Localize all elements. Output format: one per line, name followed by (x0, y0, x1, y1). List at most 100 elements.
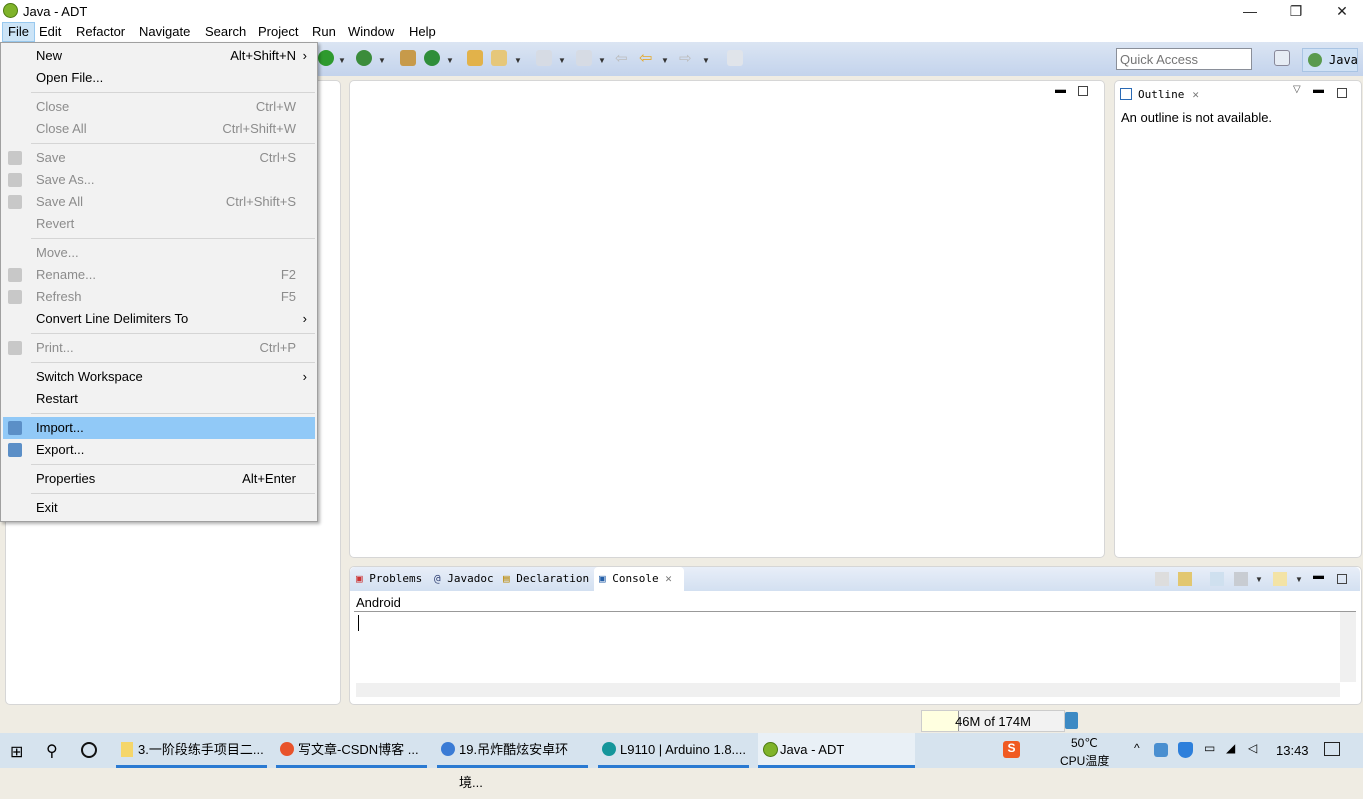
outline-minimize-icon[interactable]: ▬ (1313, 84, 1324, 96)
prev-annotation-icon[interactable] (576, 50, 592, 66)
notifications-icon[interactable] (1324, 742, 1340, 756)
quick-access-input[interactable] (1116, 48, 1252, 70)
volume-icon[interactable]: ◁ (1248, 741, 1257, 755)
restore-button[interactable]: ❐ (1273, 0, 1319, 22)
taskbar-item-firefox[interactable]: 写文章-CSDN博客 ... (276, 733, 427, 768)
java-perspective-button[interactable]: Java (1302, 48, 1358, 72)
windows-start-icon[interactable]: ⊞ (10, 742, 23, 762)
menu-item-close-all: Close All Ctrl+Shift+W (3, 118, 315, 140)
outline-maximize-icon[interactable] (1337, 88, 1347, 98)
tab-problems[interactable]: ▣ Problems (356, 572, 422, 585)
heap-status[interactable]: 46M of 174M (921, 710, 1065, 732)
wifi-icon[interactable]: ◢ (1226, 741, 1235, 755)
external-dropdown-icon[interactable]: ▼ (378, 56, 386, 65)
menu-edit[interactable]: Edit (34, 22, 66, 42)
menu-navigate[interactable]: Navigate (134, 22, 195, 42)
taskbar-item-adt[interactable]: Java - ADT (758, 733, 915, 768)
taskbar-item-explorer[interactable]: 3.一阶段练手项目二... (116, 733, 267, 768)
tab-console[interactable]: ▣ Console ✕ (599, 572, 672, 585)
search-icon[interactable]: ⚲ (46, 741, 58, 761)
new-class-dropdown-icon[interactable]: ▼ (446, 56, 454, 65)
menu-item-open-file[interactable]: Open File... (3, 67, 315, 89)
forward-icon[interactable]: ⇨ (679, 49, 692, 67)
menu-item-label: New (36, 48, 63, 63)
minimize-button[interactable]: — (1227, 0, 1273, 22)
prev-annotation-dropdown-icon[interactable]: ▼ (598, 56, 606, 65)
search-tool-icon[interactable] (491, 50, 507, 66)
run-icon[interactable] (318, 50, 334, 66)
cortana-icon[interactable] (81, 742, 97, 758)
open-type-icon[interactable] (467, 50, 483, 66)
close-button[interactable]: ✕ (1319, 0, 1363, 22)
editor-maximize-icon[interactable] (1078, 86, 1088, 96)
cpu-temp-label: CPU温度 (1060, 754, 1110, 768)
taskbar-item-browser[interactable]: 19.吊炸酷炫安卓环境... (437, 733, 588, 790)
vertical-scrollbar[interactable] (1340, 612, 1356, 682)
heap-used-bar (922, 711, 959, 731)
battery-icon[interactable]: ▭ (1204, 741, 1215, 755)
display-console-dropdown-icon[interactable]: ▼ (1255, 575, 1263, 584)
new-class-icon[interactable] (424, 50, 440, 66)
pin-console-icon[interactable] (1210, 572, 1224, 586)
close-outline-icon[interactable]: ✕ (1192, 88, 1199, 101)
next-annotation-icon[interactable] (536, 50, 552, 66)
editor-minimize-icon[interactable]: ▬ (1055, 84, 1066, 96)
open-console-icon[interactable] (1273, 572, 1287, 586)
back-dropdown-icon[interactable]: ▼ (661, 56, 669, 65)
clear-console-icon[interactable] (1155, 572, 1169, 586)
menu-item-shortcut: Ctrl+S (259, 150, 296, 165)
task-label: 3.一阶段练手项目二... (138, 742, 264, 757)
run-dropdown-icon[interactable]: ▼ (338, 56, 346, 65)
pin-editor-icon[interactable] (727, 50, 743, 66)
menu-item-convert-line-delimiters-to[interactable]: Convert Line Delimiters To › (3, 308, 315, 330)
display-console-icon[interactable] (1234, 572, 1248, 586)
console-maximize-icon[interactable] (1337, 574, 1347, 584)
sogou-ime-icon[interactable]: S (1003, 741, 1020, 758)
submenu-arrow-icon: › (302, 48, 307, 63)
search-dropdown-icon[interactable]: ▼ (514, 56, 522, 65)
clock[interactable]: 13:43 (1276, 743, 1309, 758)
last-edit-icon[interactable]: ⇦ (615, 49, 628, 67)
horizontal-scrollbar[interactable] (356, 683, 1340, 697)
usb-icon[interactable] (1154, 743, 1168, 757)
menu-item-properties[interactable]: Properties Alt+Enter (3, 468, 315, 490)
menu-project[interactable]: Project (253, 22, 303, 42)
back-icon[interactable]: ⇦ (639, 48, 652, 68)
menu-window[interactable]: Window (343, 22, 399, 42)
tab-declaration-label: Declaration (516, 572, 590, 585)
import-icon (8, 421, 22, 435)
tab-outline[interactable]: Outline ✕ (1116, 82, 1206, 106)
menu-item-switch-workspace[interactable]: Switch Workspace › (3, 366, 315, 388)
next-annotation-dropdown-icon[interactable]: ▼ (558, 56, 566, 65)
menu-refactor[interactable]: Refactor (71, 22, 130, 42)
submenu-arrow-icon: › (302, 369, 307, 384)
forward-dropdown-icon[interactable]: ▼ (702, 56, 710, 65)
scroll-lock-icon[interactable] (1178, 572, 1192, 586)
menu-item-export[interactable]: Export... (3, 439, 315, 461)
console-minimize-icon[interactable]: ▬ (1313, 570, 1324, 582)
taskbar-item-arduino[interactable]: L9110 | Arduino 1.8.... (598, 733, 749, 768)
menu-file[interactable]: File (2, 22, 35, 42)
menu-run[interactable]: Run (307, 22, 341, 42)
menu-search[interactable]: Search (200, 22, 251, 42)
editor-area (349, 80, 1105, 558)
menu-item-new[interactable]: New Alt+Shift+N › (3, 45, 315, 67)
menu-item-exit[interactable]: Exit (3, 497, 315, 519)
menu-item-import[interactable]: Import... (3, 417, 315, 439)
show-hidden-icons-icon[interactable]: ^ (1134, 741, 1140, 755)
close-console-icon[interactable]: ✕ (665, 572, 672, 585)
garbage-collect-icon[interactable] (1065, 712, 1078, 729)
menu-item-restart[interactable]: Restart (3, 388, 315, 410)
tab-javadoc[interactable]: @ Javadoc (434, 572, 494, 585)
task-label: Java - ADT (780, 742, 845, 757)
tab-declaration[interactable]: ▤ Declaration (503, 572, 589, 585)
menu-help[interactable]: Help (404, 22, 441, 42)
title-bar: Java - ADT — ❐ ✕ (0, 0, 1363, 22)
new-package-icon[interactable] (400, 50, 416, 66)
security-shield-icon[interactable] (1178, 742, 1193, 758)
task-label: L9110 | Arduino 1.8.... (620, 742, 747, 757)
external-tools-icon[interactable] (356, 50, 372, 66)
open-perspective-icon[interactable] (1274, 50, 1290, 66)
view-menu-icon[interactable]: ▽ (1293, 84, 1301, 95)
open-console-dropdown-icon[interactable]: ▼ (1295, 575, 1303, 584)
